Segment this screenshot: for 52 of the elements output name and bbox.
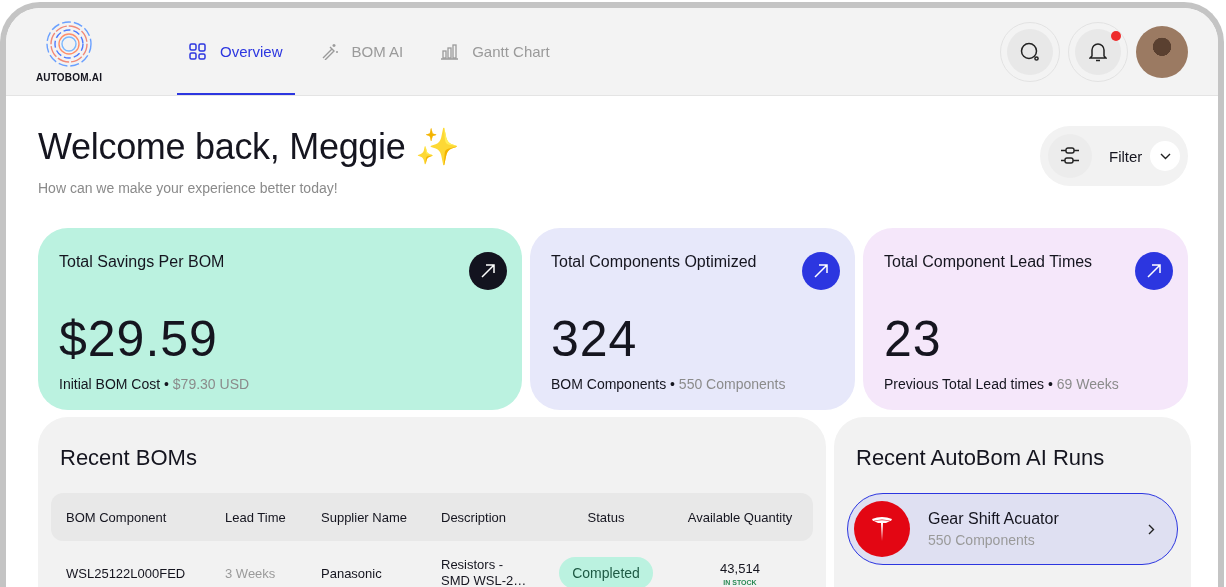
bell-icon [1089,41,1107,62]
bar-chart-icon [441,43,459,60]
brand-name: AUTOBOM.AI [35,72,103,83]
status-badge: Completed [559,557,653,587]
stat-value: 324 [551,310,639,368]
welcome-heading: Welcome back, Meggie ✨ [38,126,460,168]
stat-value: 23 [884,310,943,368]
magic-wand-icon [320,43,338,60]
column-header: Available Quantity [686,509,794,525]
table-cell-text: 3 Weeks [225,565,277,581]
run-item[interactable]: Gear Shift Acuator 550 Components [847,493,1178,565]
nav-tab[interactable]: Overview [177,10,295,95]
column-header: Status [586,509,626,525]
table-cell-text: Resistors - SMD WSL-2… [441,557,528,587]
filter-button[interactable]: Filter [1040,126,1188,186]
column-header: Description [441,509,508,525]
run-name: Gear Shift Acuator [928,510,1060,528]
arrow-up-right-icon [1147,264,1161,278]
chevron-down-icon [1159,152,1171,160]
arrow-up-right-icon [481,264,495,278]
search-button[interactable] [1007,28,1053,75]
welcome-subtitle: How can we make your experience better today! [38,180,339,196]
grid-icon [189,43,206,60]
panel-title: Recent BOMs [60,445,198,471]
arrow-up-right-icon [814,264,828,278]
card-title: Total Component Lead Times [884,253,1093,271]
column-header: Supplier Name [321,509,408,525]
open-button[interactable] [469,252,507,290]
search-icon [1020,41,1040,62]
open-button[interactable] [1135,252,1173,290]
table-cell-text: Panasonic [321,565,383,581]
sparkles-emoji: ✨ [415,126,460,167]
chevron-right-icon [1148,523,1155,535]
card-title: Total Savings Per BOM [59,253,225,271]
avatar-photo-placeholder[interactable] [1136,25,1188,78]
run-count: 550 Components [928,532,1036,548]
column-header: Lead Time [225,509,287,525]
table-cell-text: WSL25122L000FED [66,565,187,581]
stat-caption: Initial BOM Cost • $79.30 USD [59,376,251,392]
card-title: Total Components Optimized [551,253,757,271]
stat-caption: BOM Components • 550 Components [551,376,787,392]
quantity-value: 43,514 [720,560,760,576]
sliders-icon [1060,147,1080,165]
notifications-button[interactable] [1075,28,1121,75]
open-button[interactable] [802,252,840,290]
dropdown-button[interactable] [1150,141,1180,171]
panel-title: Recent AutoBom AI Runs [856,445,1106,471]
concentric-rings-logo-icon [45,20,93,68]
stat-value: $29.59 [59,310,219,368]
column-header: BOM Component [66,509,168,525]
stat-caption: Previous Total Lead times • 69 Weeks [884,376,1120,392]
t-logo-icon [854,501,910,557]
